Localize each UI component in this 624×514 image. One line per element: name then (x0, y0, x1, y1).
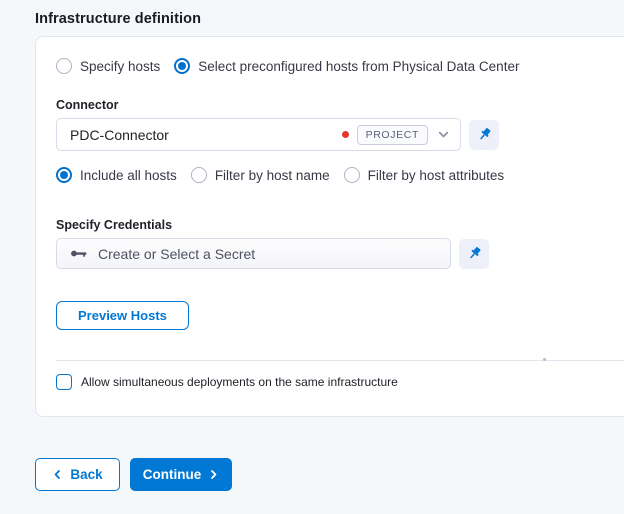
connector-input[interactable]: PDC-Connector PROJECT (56, 118, 461, 151)
simultaneous-deployments-checkbox-row[interactable]: Allow simultaneous deployments on the sa… (56, 374, 624, 390)
radio-specify-hosts-label: Specify hosts (80, 58, 161, 74)
radio-select-preconfigured-hosts-label: Select preconfigured hosts from Physical… (198, 58, 520, 74)
radio-select-preconfigured-hosts[interactable]: Select preconfigured hosts from Physical… (174, 58, 519, 74)
radio-filter-by-host-attributes[interactable]: Filter by host attributes (343, 167, 505, 183)
radio-circle-icon[interactable] (56, 58, 72, 74)
chevron-down-icon[interactable] (437, 128, 450, 141)
radio-filter-by-host-name[interactable]: Filter by host name (190, 167, 330, 183)
key-icon (70, 248, 89, 259)
preview-hosts-button[interactable]: Preview Hosts (56, 301, 189, 330)
simultaneous-deployments-label: Allow simultaneous deployments on the sa… (81, 375, 398, 389)
connector-pin-button[interactable] (469, 119, 499, 150)
required-dot-icon (341, 131, 349, 138)
pin-icon (477, 127, 492, 142)
continue-button-label: Continue (142, 467, 202, 482)
connector-value: PDC-Connector (70, 126, 169, 143)
chevron-right-icon (208, 469, 219, 480)
radio-circle-icon[interactable] (190, 167, 207, 183)
radio-specify-hosts[interactable]: Specify hosts (56, 58, 160, 74)
continue-button[interactable]: Continue (130, 458, 232, 491)
secret-placeholder: Create or Select a Secret (98, 245, 256, 262)
radio-circle-selected-icon[interactable] (56, 167, 72, 183)
divider (56, 360, 624, 361)
credentials-row: Create or Select a Secret (56, 238, 624, 269)
scope-badge: PROJECT (356, 124, 428, 145)
radio-include-all-hosts[interactable]: Include all hosts (56, 167, 177, 183)
chevron-left-icon (52, 469, 63, 480)
specify-credentials-label: Specify Credentials (56, 218, 173, 232)
connector-row: PDC-Connector PROJECT (56, 118, 624, 151)
radio-filter-by-host-attributes-label: Filter by host attributes (367, 167, 505, 183)
host-filter-radio-group: Include all hosts Filter by host name Fi… (56, 167, 624, 183)
checkbox-icon[interactable] (56, 374, 72, 390)
radio-circle-selected-icon[interactable] (174, 58, 191, 74)
host-source-radio-group: Specify hosts Select preconfigured hosts… (56, 58, 624, 74)
secret-selector[interactable]: Create or Select a Secret (56, 238, 451, 269)
pin-icon (467, 246, 482, 261)
radio-circle-icon[interactable] (343, 167, 360, 183)
back-button[interactable]: Back (35, 458, 120, 491)
credentials-pin-button[interactable] (459, 238, 489, 269)
wizard-footer: Back Continue (35, 458, 624, 491)
connector-label: Connector (56, 98, 119, 112)
radio-filter-by-host-name-label: Filter by host name (214, 167, 330, 183)
page-title: Infrastructure definition (35, 11, 202, 27)
radio-include-all-hosts-label: Include all hosts (80, 167, 177, 183)
infrastructure-definition-card: Specify hosts Select preconfigured hosts… (35, 36, 624, 417)
stray-dot-artifact (543, 358, 546, 361)
back-button-label: Back (70, 467, 103, 482)
